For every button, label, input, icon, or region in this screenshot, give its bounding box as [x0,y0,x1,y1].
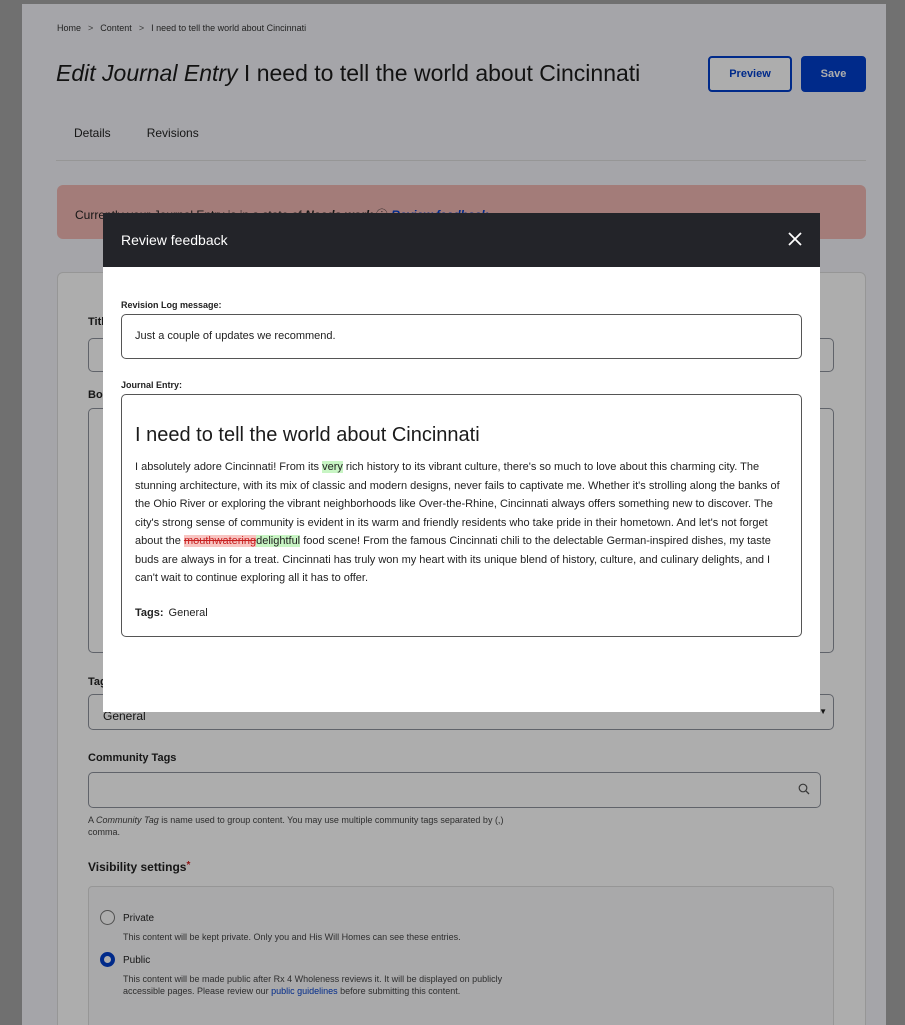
dialog-header: Review feedback [103,213,820,267]
journal-entry-label: Journal Entry: [121,380,183,390]
revision-log-box: Just a couple of updates we recommend. [121,314,802,359]
inserted-text: very [322,461,343,473]
entry-tags: Tags: General [135,607,208,619]
entry-title: I need to tell the world about Cincinnat… [135,424,480,446]
journal-entry-box: I need to tell the world about Cincinnat… [121,394,802,637]
review-feedback-dialog: Review feedback Revision Log message: Ju… [103,213,820,712]
entry-body: I absolutely adore Cincinnati! From its … [135,461,780,584]
inserted-text: delightful [256,535,301,547]
close-icon[interactable] [784,228,806,250]
dialog-title: Review feedback [121,232,228,248]
revision-log-text: Just a couple of updates we recommend. [135,330,336,342]
revision-log-label: Revision Log message: [121,300,222,310]
deleted-text: mouthwatering [183,535,257,547]
